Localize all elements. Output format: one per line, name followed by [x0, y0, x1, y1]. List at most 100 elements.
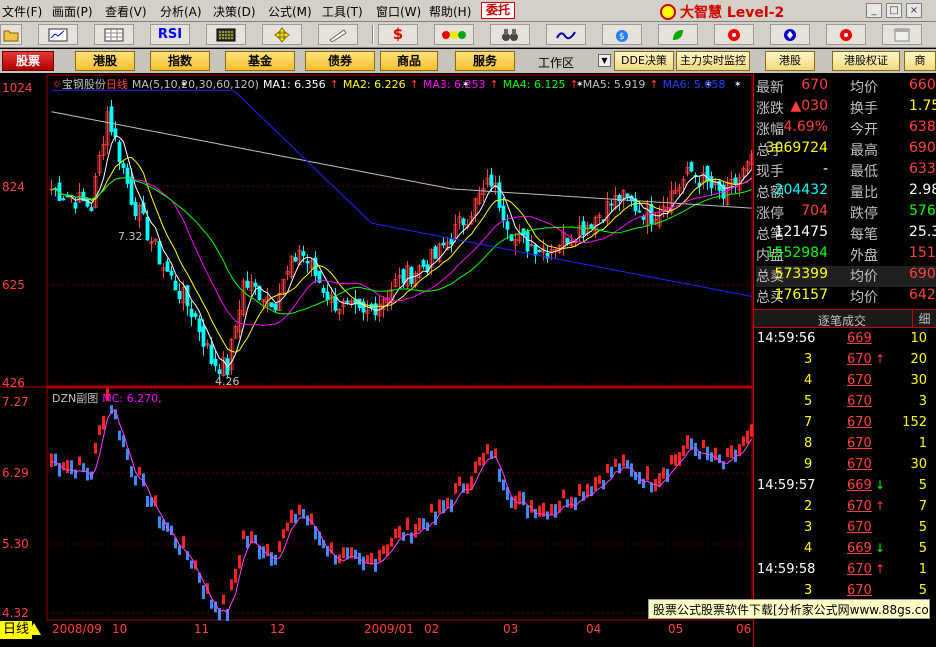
commodities-short-button[interactable]: 商: [904, 51, 936, 71]
x-tick: 12: [270, 622, 286, 636]
quote-value: 660: [909, 77, 936, 93]
disc-icon[interactable]: [714, 24, 754, 45]
rsi-button[interactable]: RSI: [150, 24, 190, 45]
chart-canvas[interactable]: ✶ ✶ ✶ ✶ ✶: [0, 73, 753, 621]
quote-value: 690: [909, 266, 936, 282]
trade-price: 670: [847, 415, 872, 430]
menu-analysis[interactable]: 分析(A): [160, 3, 202, 20]
sub-bar: [146, 496, 149, 507]
svg-text:$: $: [619, 32, 625, 42]
triangle-up-icon[interactable]: [27, 623, 41, 635]
quote-value: 704: [801, 203, 828, 219]
sub-bar: [138, 466, 141, 476]
trade-row: 5 670 3: [754, 394, 936, 415]
minimize-icon[interactable]: _: [866, 3, 882, 18]
arrow-down-icon: ↓: [875, 478, 886, 492]
quote-label: 每笔: [850, 227, 878, 243]
arrow-up-icon: ↑: [875, 562, 886, 576]
arrow-up-icon: ↑: [875, 499, 886, 513]
sub-bar: [306, 515, 309, 526]
open-folder-icon[interactable]: [0, 24, 22, 45]
chevron-down-icon[interactable]: ▼: [598, 54, 611, 67]
quote-value: 638: [909, 119, 936, 135]
moneybag-icon[interactable]: $: [602, 24, 642, 45]
sub-bar: [54, 453, 57, 466]
tab-index[interactable]: 指数: [150, 51, 210, 71]
diamond-icon[interactable]: [770, 24, 810, 45]
ruler-icon[interactable]: [318, 24, 358, 45]
menu-file[interactable]: 文件(F): [2, 3, 42, 20]
weituo-button[interactable]: 委托: [481, 2, 515, 19]
sub-bar: [686, 435, 689, 449]
ma2-value: MA2: 6.226: [342, 78, 406, 91]
quote-row-current: 现手 - 最低 633: [756, 161, 936, 182]
screen-icon[interactable]: [206, 24, 246, 45]
mc-line: [51, 408, 752, 614]
leaf-icon[interactable]: [658, 24, 698, 45]
tab-commodities[interactable]: 商品: [380, 51, 438, 71]
trade-price: 670: [847, 499, 872, 514]
sub-bar: [270, 552, 273, 566]
ma1-line: [51, 135, 752, 368]
disc2-icon[interactable]: [826, 24, 866, 45]
tab-services[interactable]: 服务: [455, 51, 515, 71]
dde-decision-button[interactable]: DDE决策: [614, 51, 674, 71]
sub-bar: [242, 530, 245, 540]
candle-body: [193, 313, 198, 317]
close-icon[interactable]: ×: [906, 3, 922, 18]
trade-time: 3: [804, 352, 813, 367]
ad-banner[interactable]: 股票公式股票软件下载[分析家公式网www.88gs.com]: [648, 599, 930, 619]
window-icon[interactable]: [882, 24, 922, 45]
marker-star-icon: ✶: [734, 80, 742, 90]
trade-price: 669: [847, 541, 872, 556]
menu-screen[interactable]: 画面(P): [52, 3, 93, 20]
sub-bar: [298, 504, 301, 515]
chart-icon[interactable]: [38, 24, 78, 45]
menu-formula[interactable]: 公式(M): [268, 3, 312, 20]
candle-body: [733, 177, 738, 185]
tab-fund[interactable]: 基金: [225, 51, 295, 71]
candle-body: [589, 224, 594, 229]
tab-stocks[interactable]: 股票: [2, 51, 54, 71]
sub-bar: [234, 568, 237, 583]
sub-bar: [662, 467, 665, 479]
candle-body: [129, 176, 134, 205]
tab-bonds[interactable]: 债券: [305, 51, 375, 71]
trade-row: 3 670 5: [754, 520, 936, 541]
trade-price: 669: [847, 331, 872, 346]
menu-window[interactable]: 窗口(W): [376, 3, 421, 20]
ma5-value: MA5: 5.919: [582, 78, 646, 91]
main-force-monitor-button[interactable]: 主力实时监控: [676, 51, 750, 71]
tab-hk-stocks[interactable]: 港股: [75, 51, 135, 71]
candle-body: [217, 369, 222, 374]
trade-row: 2 670 ↑ 7: [754, 499, 936, 520]
brand-logo: 大智慧 Level-2: [660, 2, 784, 22]
sub-bar: [746, 430, 749, 444]
sub-bar: [674, 454, 677, 466]
sub-bar: [570, 496, 573, 509]
traffic-light-icon[interactable]: [434, 24, 474, 45]
indicator-marker-icon: ☼: [52, 78, 62, 91]
candle-body: [197, 318, 202, 333]
restore-icon[interactable]: □: [886, 3, 902, 18]
x-tick: 04: [586, 622, 602, 636]
chart-area[interactable]: ✶ ✶ ✶ ✶ ✶ ☼宝钢股份日线 MA(5,10,20,30,60,120) MA1: 6…: [0, 73, 753, 643]
quote-row-volume: 总手 3069724 最高 690: [756, 140, 936, 161]
binocular-icon[interactable]: [490, 24, 530, 45]
hk-warrants-button[interactable]: 港股权证: [832, 51, 900, 71]
sub-bar: [410, 532, 413, 544]
move-icon[interactable]: [262, 24, 302, 45]
tab-detail[interactable]: 细: [912, 310, 936, 328]
menu-help[interactable]: 帮助(H): [429, 3, 471, 20]
menu-view[interactable]: 查看(V): [105, 3, 147, 20]
grid-icon[interactable]: [94, 24, 134, 45]
sub-bar: [598, 475, 601, 484]
ma3-arrow-icon: ↑: [489, 78, 499, 91]
hk-stocks-button[interactable]: 港股: [765, 51, 815, 71]
wave-icon[interactable]: [546, 24, 586, 45]
arrow-up-icon: ↑: [875, 352, 886, 366]
menu-tools[interactable]: 工具(T): [322, 3, 363, 20]
sub-bar: [366, 554, 369, 564]
menu-decision[interactable]: 决策(D): [213, 3, 256, 20]
money-icon[interactable]: $: [378, 24, 418, 45]
